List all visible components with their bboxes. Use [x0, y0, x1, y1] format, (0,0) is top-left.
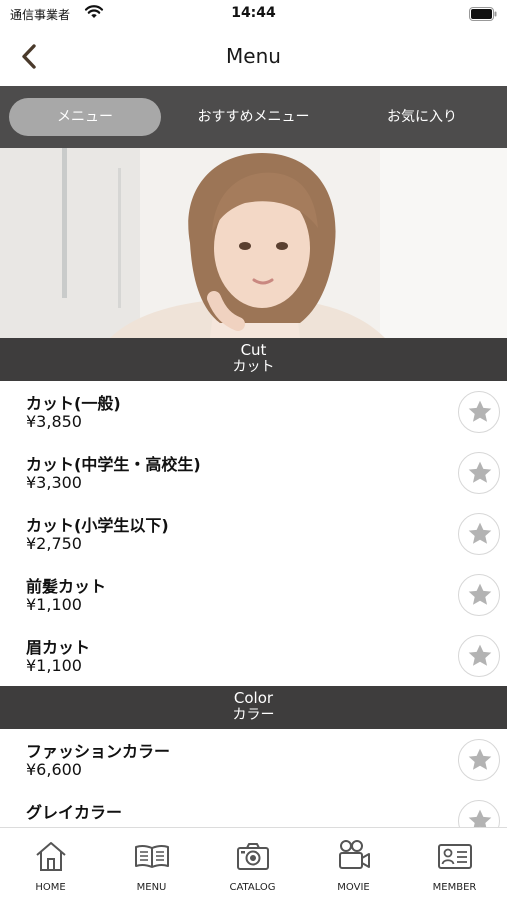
camera-icon — [237, 843, 269, 870]
menu-item[interactable]: カット(中学生・高校生) ¥3,300 — [0, 442, 507, 503]
menu-item-price: ¥6,600 — [26, 760, 82, 779]
nav-label: HOME — [35, 882, 66, 893]
navigation-bar: Menu — [0, 28, 507, 86]
bottom-navigation: HOME MENU CATALOG MOVIE MEMBER — [0, 827, 507, 900]
menu-item-name: カット(小学生以下) — [26, 516, 169, 535]
star-icon — [468, 583, 492, 605]
menu-item-name: 眉カット — [26, 638, 91, 657]
menu-item[interactable]: 前髪カット ¥1,100 — [0, 564, 507, 625]
page-title: Menu — [226, 44, 281, 68]
nav-label: MEMBER — [432, 882, 477, 893]
clock: 14:44 — [231, 5, 276, 21]
star-icon — [468, 522, 492, 544]
nav-home[interactable]: HOME — [0, 828, 101, 900]
menu-item[interactable]: カット(一般) ¥3,850 — [0, 381, 507, 442]
favorite-button[interactable] — [458, 574, 500, 616]
tab-recommended[interactable]: おすすめメニュー — [176, 98, 331, 136]
battery-icon — [469, 7, 497, 21]
favorite-button[interactable] — [458, 739, 500, 781]
menu-item-price: ¥1,100 — [26, 656, 82, 675]
star-icon — [468, 748, 492, 770]
menu-item-name: グレイカラー — [26, 803, 123, 822]
video-camera-icon — [339, 840, 370, 869]
section-header-cut: Cut カット — [0, 338, 507, 381]
back-button[interactable] — [14, 40, 48, 74]
favorite-button[interactable] — [458, 391, 500, 433]
menu-item-name: カット(一般) — [26, 394, 121, 413]
tab-favorites[interactable]: お気に入り — [346, 98, 498, 136]
status-bar: 通信事業者 14:44 — [0, 0, 507, 28]
nav-menu[interactable]: MENU — [101, 828, 202, 900]
star-icon — [468, 644, 492, 666]
section-title-en: Cut — [240, 341, 267, 359]
section-title-en: Color — [233, 689, 274, 707]
menu-item-price: ¥3,850 — [26, 412, 82, 431]
favorite-button[interactable] — [458, 635, 500, 677]
star-icon — [468, 400, 492, 422]
menu-item-name: カット(中学生・高校生) — [26, 455, 201, 474]
nav-label: MOVIE — [337, 882, 370, 893]
star-icon — [468, 461, 492, 483]
nav-label: MENU — [136, 882, 167, 893]
hero-photo — [0, 148, 507, 338]
section-title-ja: カット — [232, 359, 275, 375]
nav-member[interactable]: MEMBER — [404, 828, 505, 900]
home-icon — [36, 842, 66, 871]
menu-item-name: ファッションカラー — [26, 742, 171, 761]
menu-item-price: ¥1,100 — [26, 595, 82, 614]
menu-item-price: ¥2,750 — [26, 534, 82, 553]
nav-movie[interactable]: MOVIE — [303, 828, 404, 900]
favorite-button[interactable] — [458, 452, 500, 494]
menu-item[interactable]: ファッションカラー ¥6,600 — [0, 729, 507, 790]
menu-item-name: 前髪カット — [26, 577, 107, 596]
tab-menu[interactable]: メニュー — [9, 98, 161, 136]
nav-catalog[interactable]: CATALOG — [202, 828, 303, 900]
tab-bar: メニュー おすすめメニュー お気に入り — [0, 86, 507, 148]
hero-image — [0, 148, 507, 338]
menu-item[interactable]: カット(小学生以下) ¥2,750 — [0, 503, 507, 564]
book-icon — [135, 844, 169, 868]
menu-item[interactable]: 眉カット ¥1,100 — [0, 625, 507, 686]
section-header-color: Color カラー — [0, 686, 507, 729]
nav-label: CATALOG — [229, 882, 276, 893]
member-card-icon — [438, 844, 472, 869]
section-title-ja: カラー — [232, 707, 275, 723]
chevron-left-icon — [22, 44, 36, 69]
favorite-button[interactable] — [458, 513, 500, 555]
menu-item-price: ¥3,300 — [26, 473, 82, 492]
